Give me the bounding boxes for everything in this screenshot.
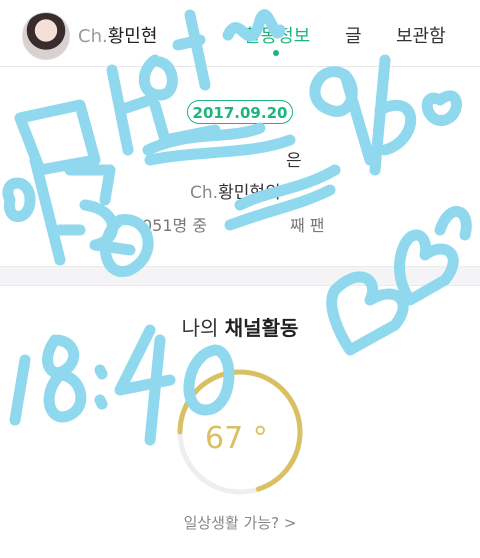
active-tab-indicator xyxy=(273,50,279,56)
tab-storage[interactable]: 보관함 xyxy=(396,22,446,48)
section-title-bold: 채널활동 xyxy=(224,316,299,340)
section-title-plain: 나의 xyxy=(181,316,225,340)
channel-name[interactable]: Ch.황민현 xyxy=(78,22,157,48)
fan-count: 051명 중 xyxy=(142,216,208,235)
tab-activity-info[interactable]: 활동정보 xyxy=(244,22,310,48)
fan-rank-suffix: 째 팬 xyxy=(290,216,325,235)
info-line-2: Ch.황민현의 xyxy=(190,178,281,203)
tab-posts[interactable]: 글 xyxy=(345,22,362,48)
top-header: Ch.황민현 활동정보 글 보관함 xyxy=(0,0,480,67)
channel-title: 황민현 xyxy=(107,26,158,47)
section-divider xyxy=(0,266,480,286)
daily-life-link[interactable]: 일상생활 가능? > xyxy=(0,512,480,533)
info-line-2-name: 황민현의 xyxy=(218,183,281,203)
section-title: 나의 채널활동 xyxy=(0,312,480,341)
channel-prefix: Ch. xyxy=(78,26,108,47)
avatar[interactable] xyxy=(22,12,70,60)
info-line-1: 은 xyxy=(286,151,302,171)
activity-ring xyxy=(177,369,303,495)
date-badge: 2017.09.20 xyxy=(187,100,293,124)
info-line-2-prefix: Ch. xyxy=(190,183,219,203)
